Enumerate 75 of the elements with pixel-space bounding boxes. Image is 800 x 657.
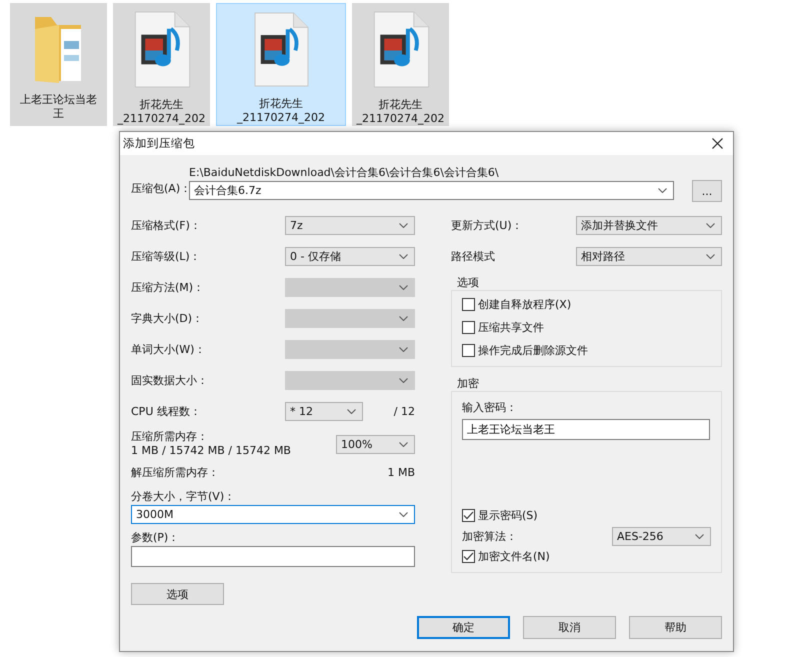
options-button[interactable]: 选项 <box>131 583 224 605</box>
dropdown[interactable]: 相对路径 <box>576 247 722 266</box>
video-file-icon <box>132 11 190 88</box>
dropdown[interactable]: 0 - 仅存储 <box>285 247 415 266</box>
field-label: 字典大小(D)： <box>131 311 204 326</box>
browse-button[interactable]: ... <box>692 180 722 202</box>
chevron-down-icon <box>399 442 408 446</box>
chevron-down-icon <box>399 316 408 321</box>
chevron-down-icon <box>399 254 408 259</box>
dropdown[interactable]: 添加并替换文件 <box>576 216 722 235</box>
field-label: 压缩包(A)： <box>131 181 189 197</box>
memory-usage: 1 MB / 15742 MB / 15742 MB <box>131 444 292 458</box>
chevron-down-icon <box>695 534 704 538</box>
dialog-button[interactable]: 帮助 <box>629 616 722 639</box>
file-name: 折花先生 <box>140 98 184 112</box>
dropdown[interactable]: 100% <box>336 434 415 454</box>
chevron-down-icon <box>347 409 356 414</box>
desktop-file[interactable]: 折花先生 _21170274_202 <box>113 3 210 126</box>
checkmark-icon <box>463 511 474 520</box>
field-label: 压缩格式(F)： <box>131 218 202 233</box>
dropdown[interactable]: * 12 <box>285 402 363 421</box>
chevron-down-icon <box>399 285 408 290</box>
field-label: 压缩方法(M)： <box>131 280 206 295</box>
field-label: 单词大小(W)： <box>131 342 206 357</box>
file-name: _21170274_202 <box>356 112 444 126</box>
dropdown[interactable]: 7z <box>285 216 415 235</box>
field-label: 解压缩所需内存： <box>131 464 220 480</box>
video-file-icon <box>252 12 310 87</box>
field-label: 压缩等级(L)： <box>131 249 202 264</box>
chevron-down-icon <box>706 223 715 228</box>
close-icon[interactable] <box>712 138 723 149</box>
field-label: CPU 线程数： <box>131 404 202 419</box>
checkbox[interactable]: 加密文件名(N) <box>462 549 711 564</box>
field-label: 更新方式(U)： <box>451 218 524 233</box>
password-field[interactable]: 上老王论坛当老王 <box>462 419 710 440</box>
archive-path: E:\BaiduNetdiskDownload\会计合集6\会计合集6\会计合集6\ <box>189 165 500 180</box>
archive-name-combo[interactable]: 会计合集6.7z <box>189 181 674 200</box>
desktop-file[interactable]: 折花先生 _21170274_202 <box>216 3 346 126</box>
dialog-button[interactable]: 确定 <box>417 616 510 639</box>
file-name: _21170274_202 <box>237 111 325 125</box>
checkbox[interactable]: 操作完成后删除源文件 <box>462 343 711 358</box>
checkbox[interactable]: 压缩共享文件 <box>462 320 711 335</box>
file-name: 折花先生 <box>378 98 422 112</box>
field-label: 压缩所需内存： <box>131 430 209 444</box>
checkbox[interactable]: 显示密码(S) <box>462 508 711 523</box>
field-label: 参数(P)： <box>131 530 180 546</box>
field-label: 路径模式 <box>451 249 496 264</box>
group-title: 加密 <box>457 377 480 391</box>
file-name: 折花先生 <box>259 97 303 111</box>
file-name: _21170274_202 <box>118 112 206 126</box>
memory-value: 1 MB <box>387 466 415 478</box>
field-label: 分卷大小，字节(V)： <box>131 489 236 505</box>
chevron-down-icon <box>399 378 408 383</box>
parameters-field[interactable] <box>131 546 415 567</box>
chevron-down-icon <box>399 347 408 352</box>
volume-size-combo[interactable]: 3000M <box>131 505 415 524</box>
file-name: 上老王论坛当老 <box>20 93 97 107</box>
window-title: 添加到压缩包 <box>123 136 195 151</box>
field-label: 加密算法： <box>462 528 517 544</box>
chevron-down-icon <box>399 223 408 228</box>
video-file-icon <box>372 11 430 88</box>
chevron-down-icon <box>399 512 408 517</box>
thread-total: / 12 <box>394 405 415 418</box>
file-name: 王 <box>53 107 64 121</box>
checkmark-icon <box>463 552 474 561</box>
group-title: 选项 <box>457 276 480 290</box>
desktop-file[interactable]: 折花先生 _21170274_202 <box>352 3 449 126</box>
field-label: 输入密码： <box>462 400 518 415</box>
field-label: 固实数据大小： <box>131 373 209 388</box>
chevron-down-icon <box>706 254 715 259</box>
dialog-button[interactable]: 取消 <box>523 616 616 639</box>
dropdown[interactable]: AES-256 <box>612 526 711 546</box>
checkbox[interactable]: 创建自释放程序(X) <box>462 297 711 312</box>
desktop-file[interactable]: 上老王论坛当老 王 <box>10 3 107 126</box>
chevron-down-icon <box>658 188 667 193</box>
